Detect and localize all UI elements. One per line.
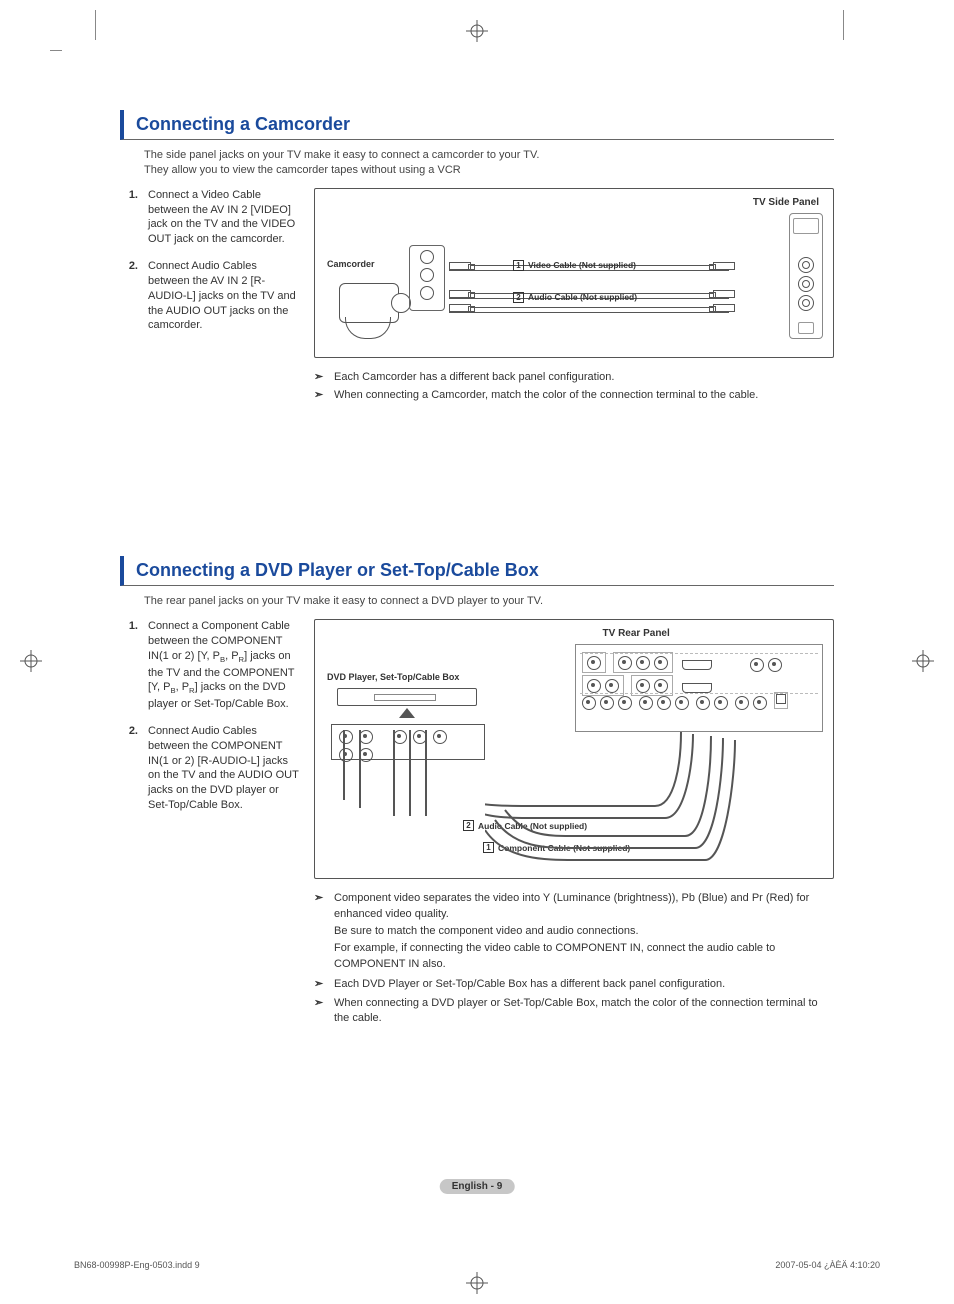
cable-text: Video Cable (Not supplied) (528, 260, 636, 270)
tv-rear-panel-icon (575, 644, 823, 732)
plug-icon (449, 290, 471, 298)
camcorder-back-panel-icon (409, 245, 445, 311)
step-item: 1. Connect a Video Cable between the AV … (120, 188, 300, 247)
registration-mark-icon (912, 650, 934, 672)
section-dvd: Connecting a DVD Player or Set-Top/Cable… (120, 556, 834, 1029)
section-camcorder: Connecting a Camcorder The side panel ja… (120, 110, 834, 406)
cable-label: 2 Audio Cable (Not supplied) (513, 292, 637, 303)
crop-mark (50, 50, 62, 51)
step-text: Connect a Component Cable between the CO… (148, 619, 300, 712)
step-item: 2. Connect Audio Cables between the COMP… (120, 724, 300, 813)
camcorder-icon (327, 277, 405, 333)
notes-block: ➣ Each Camcorder has a different back pa… (314, 370, 834, 404)
badge-icon: 2 (463, 820, 474, 831)
note-arrow-icon: ➣ (314, 977, 328, 992)
device-label: Camcorder (327, 259, 375, 269)
step-number: 1. (120, 619, 138, 712)
note-text: Component video separates the video into… (334, 891, 834, 974)
document-timestamp: 2007-05-04 ¿ÀÈÄ 4:10:20 (775, 1260, 880, 1270)
note-line: Be sure to match the component video and… (334, 924, 834, 939)
lead-text: The rear panel jacks on your TV make it … (144, 594, 834, 609)
badge-icon: 1 (513, 260, 524, 271)
cable-bundle-icon (337, 730, 487, 820)
audio-cable-line (449, 307, 729, 313)
plug-icon (713, 262, 735, 270)
lead-text: The side panel jacks on your TV make it … (144, 148, 834, 178)
note-item: ➣ Component video separates the video in… (314, 891, 834, 974)
crop-mark (843, 10, 844, 40)
note-item: ➣ When connecting a DVD player or Set-To… (314, 996, 834, 1027)
crop-mark (95, 10, 96, 40)
registration-mark-icon (466, 20, 488, 42)
note-text: When connecting a DVD player or Set-Top/… (334, 996, 834, 1027)
plug-icon (449, 262, 471, 270)
panel-title: TV Rear Panel (603, 628, 670, 639)
note-text: Each DVD Player or Set-Top/Cable Box has… (334, 977, 725, 992)
note-item: ➣ Each Camcorder has a different back pa… (314, 370, 834, 385)
badge-icon: 2 (513, 292, 524, 303)
section-heading: Connecting a Camcorder (120, 110, 834, 140)
note-arrow-icon: ➣ (314, 370, 328, 385)
tv-side-panel-icon (789, 213, 823, 339)
steps-list: 1. Connect a Component Cable between the… (120, 619, 300, 1029)
step-item: 1. Connect a Component Cable between the… (120, 619, 300, 712)
plug-icon (713, 304, 735, 312)
lead-line: The side panel jacks on your TV make it … (144, 149, 539, 161)
section-row: 1. Connect a Component Cable between the… (120, 619, 834, 1029)
note-line: For example, if connecting the video cab… (334, 941, 834, 972)
dvd-diagram: TV Rear Panel DVD Player, Set-Top/Cable … (314, 619, 834, 1029)
note-text: Each Camcorder has a different back pane… (334, 370, 614, 385)
cable-routing-icon (485, 720, 785, 890)
notes-block: ➣ Component video separates the video in… (314, 891, 834, 1026)
step-number: 1. (120, 188, 138, 247)
step-text: Connect a Video Cable between the AV IN … (148, 188, 300, 247)
note-arrow-icon: ➣ (314, 388, 328, 403)
note-text: When connecting a Camcorder, match the c… (334, 388, 758, 403)
step-number: 2. (120, 724, 138, 813)
document-filename: BN68-00998P-Eng-0503.indd 9 (74, 1260, 200, 1270)
note-item: ➣ When connecting a Camcorder, match the… (314, 388, 834, 403)
content-area: Connecting a Camcorder The side panel ja… (50, 20, 904, 1029)
registration-mark-icon (466, 1272, 488, 1294)
section-row: 1. Connect a Video Cable between the AV … (120, 188, 834, 407)
page-number-pill: English - 9 (440, 1179, 515, 1194)
panel-title: TV Side Panel (753, 197, 819, 208)
diagram-box: TV Rear Panel DVD Player, Set-Top/Cable … (314, 619, 834, 879)
step-text: Connect Audio Cables between the COMPONE… (148, 724, 300, 813)
note-arrow-icon: ➣ (314, 891, 328, 974)
cable-text: Audio Cable (Not supplied) (528, 292, 637, 302)
note-line: Component video separates the video into… (334, 891, 834, 922)
cable-label: 1 Video Cable (Not supplied) (513, 260, 636, 271)
steps-list: 1. Connect a Video Cable between the AV … (120, 188, 300, 407)
step-number: 2. (120, 259, 138, 333)
plug-icon (713, 290, 735, 298)
camcorder-diagram: TV Side Panel Camcorder 1 (314, 188, 834, 407)
step-item: 2. Connect Audio Cables between the AV I… (120, 259, 300, 333)
step-text: Connect Audio Cables between the AV IN 2… (148, 259, 300, 333)
section-heading: Connecting a DVD Player or Set-Top/Cable… (120, 556, 834, 586)
note-item: ➣ Each DVD Player or Set-Top/Cable Box h… (314, 977, 834, 992)
plug-icon (449, 304, 471, 312)
diagram-box: TV Side Panel Camcorder 1 (314, 188, 834, 358)
registration-mark-icon (20, 650, 42, 672)
page: Connecting a Camcorder The side panel ja… (50, 20, 904, 1284)
note-arrow-icon: ➣ (314, 996, 328, 1027)
lead-line: They allow you to view the camcorder tap… (144, 164, 461, 176)
device-label: DVD Player, Set-Top/Cable Box (327, 672, 459, 682)
